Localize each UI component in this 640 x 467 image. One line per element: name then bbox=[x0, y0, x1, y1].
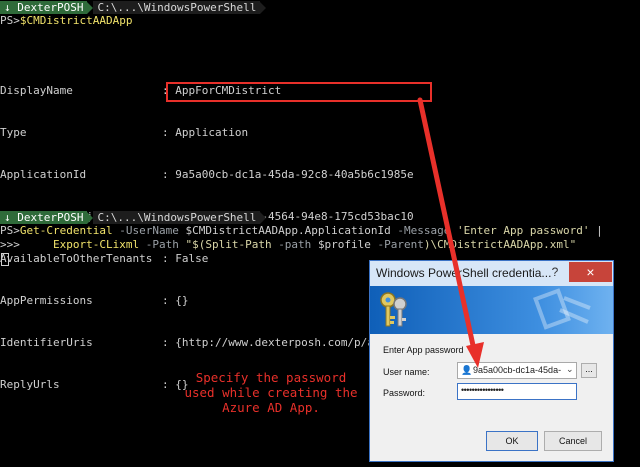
annotation-arrow bbox=[417, 97, 484, 368]
arrow-head bbox=[466, 342, 484, 368]
arrow-shaft bbox=[417, 97, 477, 353]
